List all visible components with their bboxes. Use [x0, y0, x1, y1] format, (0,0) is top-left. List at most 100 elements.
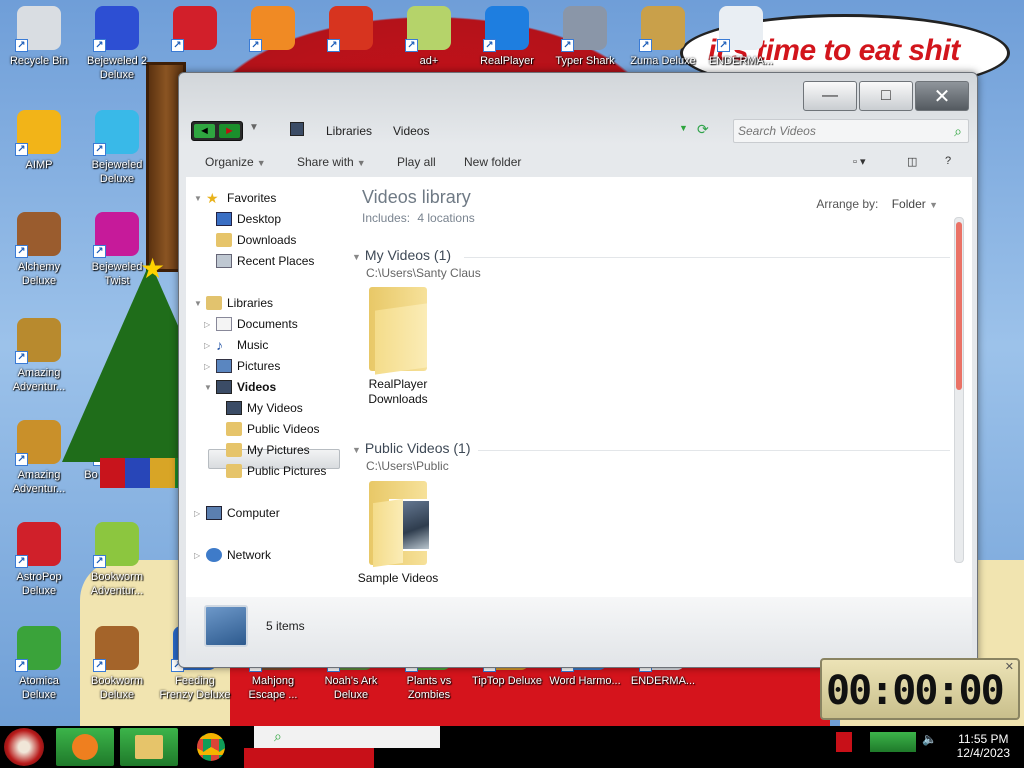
preview-pane-icon[interactable]: ◫	[907, 155, 917, 168]
desktop-shortcut[interactable]: ↗ AstroPop Deluxe	[1, 522, 77, 598]
view-options-icon[interactable]: ▫ ▾	[853, 155, 865, 168]
nav-music[interactable]: ▷ ♪ Music	[204, 338, 268, 352]
videos-library-icon	[290, 122, 304, 136]
tray-flag-icon[interactable]	[836, 732, 852, 752]
nav-my-videos[interactable]: My Videos	[226, 401, 303, 415]
back-button[interactable]: ◄	[194, 124, 215, 138]
desktop-shortcut[interactable]: ↗ AIMP	[1, 110, 77, 172]
close-icon[interactable]: ✕	[1005, 660, 1014, 673]
scrollbar-thumb[interactable]	[956, 222, 962, 390]
desktop-shortcut[interactable]: ↗	[235, 6, 311, 54]
nav-desktop-label: Desktop	[237, 212, 282, 226]
taskbar-firefox-button[interactable]	[56, 728, 114, 766]
play-all-button[interactable]: Play all	[397, 155, 436, 169]
shortcut-arrow-icon: ↗	[93, 39, 106, 52]
desktop-shortcut[interactable]: ↗	[313, 6, 389, 54]
nav-pictures[interactable]: ▷ Pictures	[204, 359, 280, 373]
address-dropdown-icon[interactable]: ▼	[679, 123, 688, 133]
desktop-shortcut-label: Atomica Deluxe	[19, 675, 59, 701]
maximize-button[interactable]: □	[859, 81, 913, 111]
taskbar-explorer-button[interactable]	[120, 728, 178, 766]
close-button[interactable]: ✕	[915, 81, 969, 111]
includes-label: Includes:	[362, 211, 411, 225]
collapse-group-icon[interactable]: ▼	[352, 252, 361, 262]
arrange-by-dropdown[interactable]: Folder ▼	[892, 197, 938, 211]
taskbar-clock[interactable]: 11:55 PM 12/4/2023	[957, 732, 1010, 760]
desktop-icon	[216, 212, 232, 226]
collapse-arrow-icon[interactable]: ▷	[204, 362, 214, 371]
desktop-shortcut-label: Mahjong Escape ...	[248, 675, 298, 701]
refresh-icon[interactable]: ⟳	[697, 121, 709, 138]
new-folder-button[interactable]: New folder	[464, 155, 521, 169]
tray-app-icon[interactable]	[870, 732, 916, 752]
expand-arrow-icon[interactable]: ▼	[194, 194, 204, 203]
desktop-shortcut[interactable]: ↗	[157, 6, 233, 54]
desktop-shortcut[interactable]: ↗ RealPlayer	[469, 6, 545, 68]
group-header-my-videos[interactable]: ▼ My Videos (1)	[352, 247, 451, 263]
aimp-icon: ↗	[15, 110, 61, 156]
search-input[interactable]	[734, 120, 934, 142]
group-path: C:\Users\Santy Claus	[366, 266, 481, 280]
volume-icon[interactable]: 🔈	[922, 732, 938, 752]
desktop-shortcut-label: ENDERMA...	[630, 675, 696, 687]
folder-realplayer-downloads[interactable]: RealPlayer Downloads	[350, 287, 446, 407]
includes-locations-link[interactable]: 4 locations	[417, 211, 474, 225]
share-with-button[interactable]: Share with ▼	[297, 155, 366, 169]
nav-libraries[interactable]: ▼ Libraries	[194, 296, 273, 310]
folder-sample-videos[interactable]: Sample Videos	[350, 481, 446, 586]
nav-videos[interactable]: ▼ Videos	[204, 380, 276, 394]
clock-widget[interactable]: 00:00:00 ✕	[820, 658, 1020, 720]
start-button[interactable]	[4, 728, 44, 766]
nav-documents[interactable]: ▷ Documents	[204, 317, 298, 331]
taskbar-search-box[interactable]: ⌕	[254, 726, 440, 748]
nav-public-videos[interactable]: Public Videos	[226, 422, 320, 436]
collapse-arrow-icon[interactable]: ▷	[194, 551, 204, 560]
amazing-adventures-icon: ↗	[15, 318, 61, 364]
collapse-arrow-icon[interactable]: ▷	[194, 509, 204, 518]
tree-star-icon: ★	[140, 253, 166, 284]
desktop-shortcut[interactable]: ↗ Bookworm Adventur...	[79, 522, 155, 598]
organize-button[interactable]: Organize ▼	[205, 155, 266, 169]
desktop-shortcut[interactable]: ↗ Zuma Deluxe	[625, 6, 701, 68]
desktop-shortcut[interactable]: ↗ Recycle Bin	[1, 6, 77, 68]
taskbar-running-app[interactable]	[244, 748, 374, 768]
forward-button[interactable]: ►	[219, 124, 240, 138]
desktop-shortcut-label: Plants vs Zombies	[406, 675, 452, 701]
recent-pages-chevron-icon[interactable]: ▼	[249, 122, 259, 133]
nav-network[interactable]: ▷ Network	[194, 548, 271, 562]
desktop-shortcut[interactable]: ↗ Bejeweled Deluxe	[79, 110, 155, 186]
collapse-arrow-icon[interactable]: ▷	[204, 341, 214, 350]
desktop-shortcut[interactable]: ↗ Bejeweled 2 Deluxe	[79, 6, 155, 82]
nav-my-videos-label: My Videos	[247, 401, 303, 415]
breadcrumb-libraries[interactable]: Libraries	[326, 124, 372, 138]
collapse-arrow-icon[interactable]: ▷	[204, 320, 214, 329]
search-icon[interactable]: ⌕	[954, 123, 962, 140]
help-button[interactable]: ?	[945, 155, 951, 167]
nav-computer[interactable]: ▷ Computer	[194, 506, 280, 520]
nav-public-pictures[interactable]: Public Pictures	[226, 464, 326, 478]
desktop-shortcut[interactable]: ↗ ENDERMA...	[703, 6, 779, 68]
nav-downloads[interactable]: Downloads	[216, 233, 296, 247]
search-icon[interactable]: ⌕	[274, 728, 282, 745]
breadcrumb-videos[interactable]: Videos	[393, 124, 429, 138]
desktop-shortcut-label: AIMP	[25, 159, 53, 171]
expand-arrow-icon[interactable]: ▼	[204, 383, 214, 392]
taskbar-chrome-button[interactable]	[188, 728, 234, 766]
star-icon: ★	[206, 190, 219, 206]
desktop-shortcut[interactable]: ↗ Typer Shark	[547, 6, 623, 68]
shortcut-arrow-icon: ↗	[93, 659, 106, 672]
desktop-shortcut[interactable]: ↗ Bookworm Deluxe	[79, 626, 155, 702]
desktop-shortcut[interactable]: ↗ ad+	[391, 6, 467, 68]
expand-arrow-icon[interactable]: ▼	[194, 299, 204, 308]
nav-desktop[interactable]: Desktop	[216, 212, 281, 226]
typer-shark-icon: ↗	[561, 6, 607, 52]
collapse-group-icon[interactable]: ▼	[352, 445, 361, 455]
nav-my-pictures[interactable]: My Pictures	[226, 443, 310, 457]
nav-favorites[interactable]: ▼ ★ Favorites	[194, 191, 276, 205]
desktop-shortcut[interactable]: ↗ Atomica Deluxe	[1, 626, 77, 702]
minimize-button[interactable]: —	[803, 81, 857, 111]
nav-recent-places[interactable]: Recent Places	[216, 254, 314, 268]
group-header-public-videos[interactable]: ▼ Public Videos (1)	[352, 440, 471, 456]
vertical-scrollbar[interactable]	[954, 217, 964, 563]
search-box[interactable]: ⌕	[733, 119, 969, 143]
